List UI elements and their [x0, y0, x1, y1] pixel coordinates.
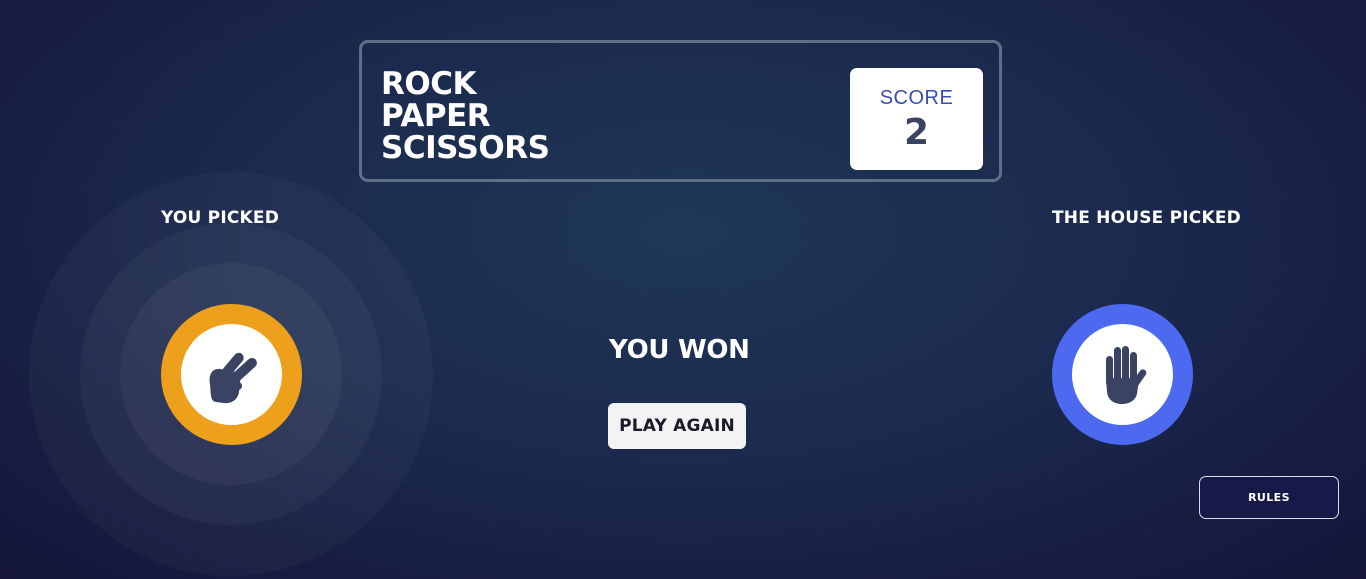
title-line-paper: PAPER: [381, 98, 491, 134]
player-choice-scissors: [161, 304, 302, 445]
paper-hand-icon: [1105, 345, 1146, 404]
score-box: SCORE 2: [850, 68, 983, 170]
rules-button[interactable]: RULES: [1199, 476, 1339, 519]
play-again-button[interactable]: PLAY AGAIN: [608, 403, 746, 449]
game-page: { "header": { "title_lines": ["ROCK", "P…: [0, 0, 1366, 579]
score-value: 2: [903, 112, 930, 153]
result-text: YOU WON: [609, 335, 750, 365]
house-pick-label: THE HOUSE PICKED: [1052, 208, 1241, 228]
game-title: ROCK PAPER SCISSORS: [381, 66, 550, 166]
header: ROCK PAPER SCISSORS SCORE 2: [359, 40, 1002, 182]
title-line-scissors: SCISSORS: [381, 130, 550, 166]
house-choice-paper: [1052, 304, 1193, 445]
score-label: SCORE: [879, 87, 954, 109]
scissors-hand-icon: [209, 352, 257, 403]
title-line-rock: ROCK: [381, 66, 477, 102]
player-pick-label: YOU PICKED: [161, 208, 280, 228]
